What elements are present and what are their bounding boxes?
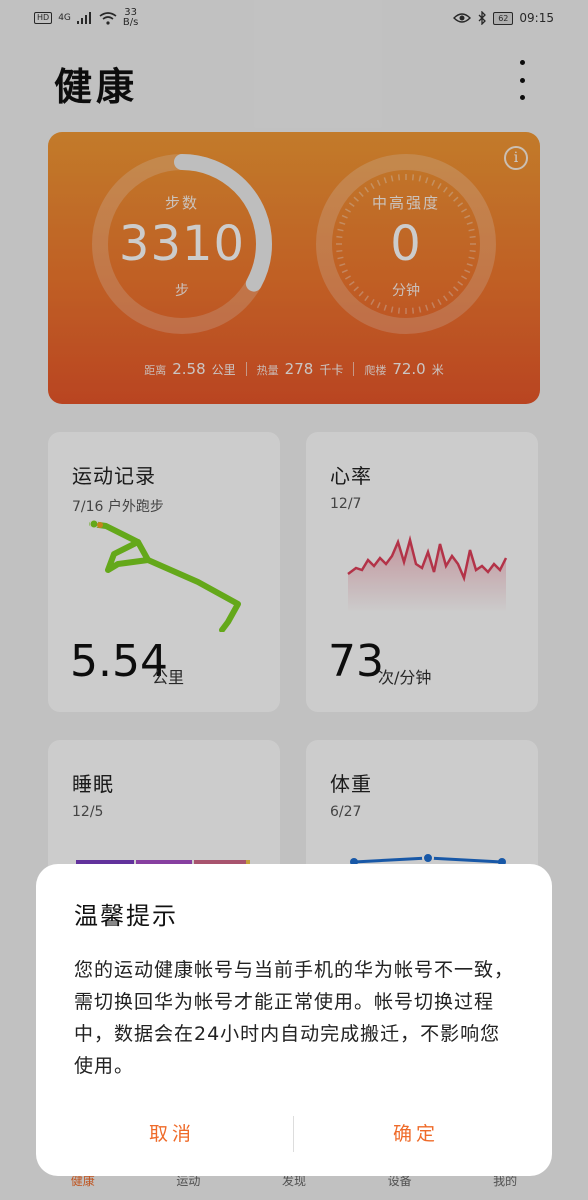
notice-dialog: 温馨提示 您的运动健康帐号与当前手机的华为帐号不一致，需切换回华为帐号才能正常使… <box>36 864 552 1176</box>
confirm-button[interactable]: 确定 <box>306 1116 526 1152</box>
button-divider <box>293 1116 294 1152</box>
dialog-title: 温馨提示 <box>74 902 178 930</box>
dialog-message: 您的运动健康帐号与当前手机的华为帐号不一致，需切换回华为帐号才能正常使用。帐号切… <box>74 959 515 1077</box>
cancel-button[interactable]: 取消 <box>62 1116 282 1152</box>
